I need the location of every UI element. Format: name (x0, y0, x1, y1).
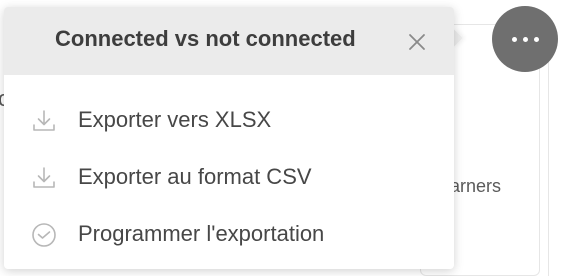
clock-icon (32, 223, 56, 247)
more-options-button[interactable] (492, 6, 558, 72)
download-icon (33, 110, 55, 131)
app-stage: c earners Connected vs not connected (0, 0, 578, 276)
download-icon (33, 167, 55, 188)
more-horizontal-icon (511, 36, 539, 42)
export-menu-popover: Connected vs not connected Exporter vers… (4, 7, 454, 269)
close-icon (409, 34, 425, 50)
menu-item-label: Exporter vers XLSX (78, 107, 272, 132)
popover-title: Connected vs not connected (55, 26, 356, 51)
menu-item-label: Exporter au format CSV (78, 164, 312, 189)
menu-item-export-csv[interactable]: Exporter au format CSV (4, 152, 454, 204)
popover-header: Connected vs not connected (4, 7, 454, 75)
menu-item-schedule-export[interactable]: Programmer l'exportation (4, 209, 454, 261)
menu-item-label: Programmer l'exportation (78, 221, 325, 246)
close-button[interactable] (404, 29, 430, 55)
menu-item-export-xlsx[interactable]: Exporter vers XLSX (4, 95, 454, 147)
background-divider (548, 40, 549, 276)
